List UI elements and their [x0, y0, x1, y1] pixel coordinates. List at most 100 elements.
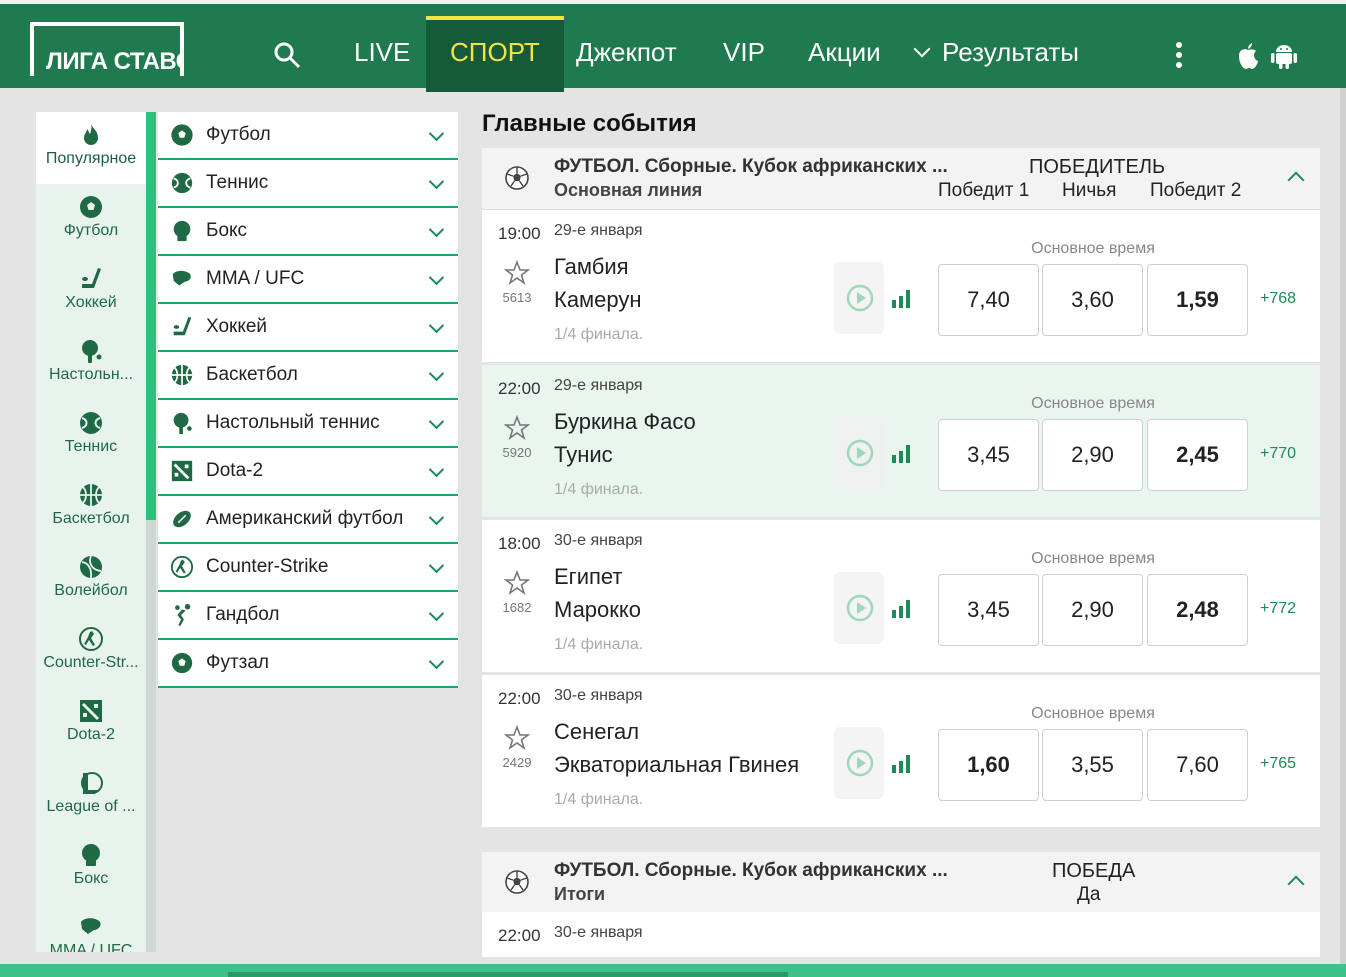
- odds-button[interactable]: 2,90: [1042, 574, 1143, 646]
- event-row[interactable]: 22:00 30-е января 2429 Сенегал Экваториальна…: [482, 675, 1320, 830]
- nav-jackpot[interactable]: Джекпот: [576, 16, 677, 88]
- odds-button[interactable]: 2,90: [1042, 419, 1143, 491]
- search-icon[interactable]: [272, 40, 302, 70]
- chevron-down-icon[interactable]: [428, 125, 445, 142]
- play-icon[interactable]: [846, 749, 874, 777]
- odds-button[interactable]: 7,60: [1147, 729, 1248, 801]
- sidebar-item-mma[interactable]: MMA / UFC: [36, 904, 146, 952]
- odds-button[interactable]: 3,55: [1042, 729, 1143, 801]
- nav-results[interactable]: Результаты: [913, 16, 1079, 88]
- odds-button[interactable]: 7,40: [938, 264, 1039, 336]
- more-markets-link[interactable]: +770: [1260, 445, 1296, 463]
- sport-row-hockey[interactable]: Хоккей: [158, 304, 458, 352]
- sport-row-mma[interactable]: MMA / UFC: [158, 256, 458, 304]
- chevron-down-icon[interactable]: [428, 461, 445, 478]
- odds-button[interactable]: 2,48: [1147, 574, 1248, 646]
- sport-row-tennis[interactable]: Теннис: [158, 160, 458, 208]
- sidebar-scrollbar-thumb[interactable]: [146, 112, 156, 520]
- nav-vip[interactable]: VIP: [723, 16, 765, 88]
- sidebar-item-counter-strike[interactable]: Counter-Str...: [36, 616, 146, 688]
- nav-live[interactable]: LIVE: [354, 16, 410, 88]
- team-away[interactable]: Камерун: [554, 287, 642, 313]
- logo[interactable]: ЛИГА СТАВОК: [30, 22, 184, 76]
- sidebar-item-dota[interactable]: Dota-2: [36, 688, 146, 760]
- odds-button[interactable]: 1,59: [1147, 264, 1248, 336]
- sport-row-boxing[interactable]: Бокс: [158, 208, 458, 256]
- horizontal-scrollbar-thumb[interactable]: [228, 972, 788, 977]
- chevron-down-icon[interactable]: [428, 413, 445, 430]
- more-markets-link[interactable]: +768: [1260, 290, 1296, 308]
- event-row-partial[interactable]: 22:00 30-е января: [482, 912, 1320, 957]
- chevron-down-icon[interactable]: [428, 653, 445, 670]
- odds-button[interactable]: 2,45: [1147, 419, 1248, 491]
- event-row[interactable]: 19:00 29-е января 5613 Гамбия Камерун 1/4 фин…: [482, 210, 1320, 365]
- sport-row-futsal[interactable]: Футзал: [158, 640, 458, 688]
- chevron-down-icon[interactable]: [428, 557, 445, 574]
- chevron-down-icon[interactable]: [428, 221, 445, 238]
- event-row[interactable]: 22:00 29-е января 5920 Буркина Фасо Тунис 1/4…: [482, 365, 1320, 520]
- sidebar-item-lol[interactable]: League of ...: [36, 760, 146, 832]
- sidebar-item-table-tennis[interactable]: Настольн...: [36, 328, 146, 400]
- apple-icon[interactable]: [1236, 42, 1260, 70]
- nav-promo[interactable]: Акции: [808, 16, 881, 88]
- play-icon[interactable]: [846, 594, 874, 622]
- sidebar-item-label: MMA / UFC: [49, 942, 133, 952]
- sport-row-football[interactable]: Футбол: [158, 112, 458, 160]
- sidebar-item-tennis[interactable]: Теннис: [36, 400, 146, 472]
- chevron-up-icon[interactable]: [1287, 875, 1305, 893]
- odds-button[interactable]: 3,45: [938, 419, 1039, 491]
- team-away[interactable]: Марокко: [554, 597, 641, 623]
- sidebar-item-boxing[interactable]: Бокс: [36, 832, 146, 904]
- sport-row-counter-strike[interactable]: Counter-Strike: [158, 544, 458, 592]
- sidebar-item-volleyball[interactable]: Волейбол: [36, 544, 146, 616]
- star-icon[interactable]: [504, 570, 530, 596]
- chevron-down-icon[interactable]: [428, 605, 445, 622]
- team-away[interactable]: Экваториальная Гвинея: [554, 752, 799, 778]
- section-header[interactable]: ФУТБОЛ. Сборные. Кубок африканских ... И…: [482, 852, 1320, 914]
- chevron-down-icon[interactable]: [428, 509, 445, 526]
- section-header[interactable]: ФУТБОЛ. Сборные. Кубок африканских ... О…: [482, 148, 1320, 210]
- team-home[interactable]: Гамбия: [554, 254, 629, 280]
- team-home[interactable]: Египет: [554, 564, 622, 590]
- star-icon[interactable]: [504, 725, 530, 751]
- sidebar-item-hockey[interactable]: Хоккей: [36, 256, 146, 328]
- sidebar-item-basketball[interactable]: Баскетбол: [36, 472, 146, 544]
- chevron-up-icon[interactable]: [1287, 171, 1305, 189]
- more-markets-link[interactable]: +772: [1260, 600, 1296, 618]
- chevron-down-icon[interactable]: [428, 317, 445, 334]
- chevron-down-icon[interactable]: [428, 365, 445, 382]
- more-vertical-icon[interactable]: [1176, 42, 1182, 70]
- odds-button[interactable]: 3,45: [938, 574, 1039, 646]
- sidebar-item-football[interactable]: Футбол: [36, 184, 146, 256]
- team-home[interactable]: Буркина Фасо: [554, 409, 696, 435]
- odds-button[interactable]: 1,60: [938, 729, 1039, 801]
- sport-row-dota[interactable]: Dota-2: [158, 448, 458, 496]
- play-icon[interactable]: [846, 439, 874, 467]
- team-home[interactable]: Сенегал: [554, 719, 639, 745]
- more-markets-link[interactable]: +765: [1260, 755, 1296, 773]
- sport-row-label: Dota-2: [206, 460, 264, 481]
- chevron-down-icon[interactable]: [428, 269, 445, 286]
- stats-icon[interactable]: [890, 288, 914, 308]
- team-away[interactable]: Тунис: [554, 442, 613, 468]
- sport-row-table-tennis[interactable]: Настольный теннис: [158, 400, 458, 448]
- odds-button[interactable]: 3,60: [1042, 264, 1143, 336]
- sidebar-scrollbar-track[interactable]: [146, 520, 156, 952]
- stats-icon[interactable]: [890, 443, 914, 463]
- android-icon[interactable]: [1271, 42, 1297, 70]
- sport-row-basketball[interactable]: Баскетбол: [158, 352, 458, 400]
- sport-row-label: Хоккей: [206, 316, 268, 337]
- star-icon[interactable]: [504, 260, 530, 286]
- play-icon[interactable]: [846, 284, 874, 312]
- star-icon[interactable]: [504, 415, 530, 441]
- nav-sport[interactable]: СПОРТ: [426, 16, 564, 92]
- stats-icon[interactable]: [890, 753, 914, 773]
- sport-row-label: Бокс: [206, 220, 248, 241]
- page-scrollbar[interactable]: [1340, 88, 1346, 964]
- sport-row-american-football[interactable]: Американский футбол: [158, 496, 458, 544]
- event-row[interactable]: 18:00 30-е января 1682 Египет Марокко 1/4 фин…: [482, 520, 1320, 675]
- chevron-down-icon[interactable]: [428, 173, 445, 190]
- sidebar-item-popular[interactable]: Популярное: [36, 112, 146, 184]
- sport-row-handball[interactable]: Гандбол: [158, 592, 458, 640]
- stats-icon[interactable]: [890, 598, 914, 618]
